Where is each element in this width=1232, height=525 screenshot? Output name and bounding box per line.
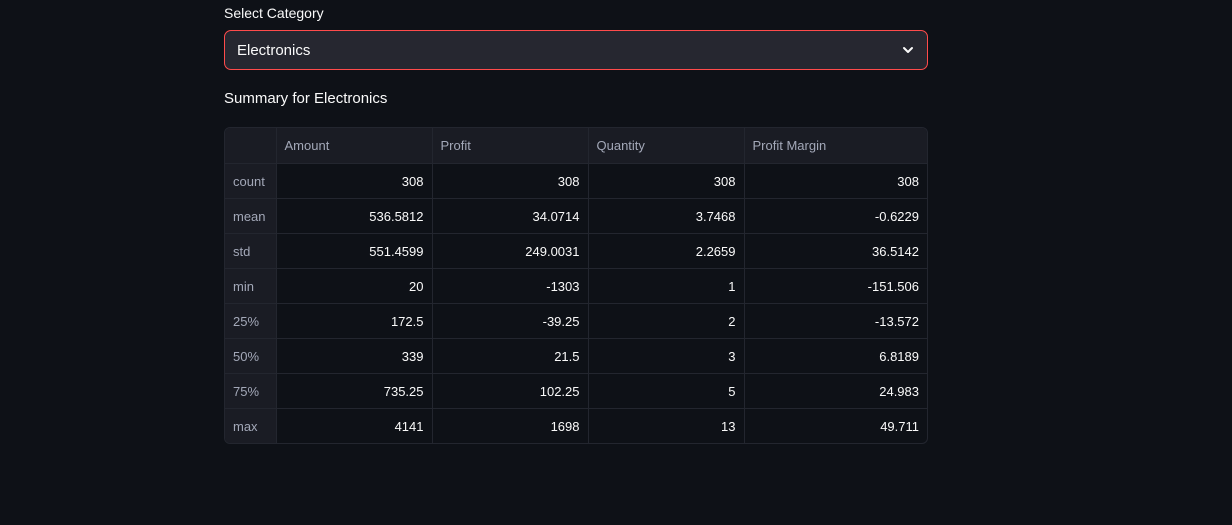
table-cell[interactable]: 249.0031	[432, 233, 589, 269]
table-cell[interactable]: 2	[588, 303, 745, 339]
table-cell[interactable]: 2.2659	[588, 233, 745, 269]
table-row: min 20 -1303 1 -151.506	[225, 268, 927, 304]
table-cell[interactable]: 102.25	[432, 373, 589, 409]
row-index: 50%	[225, 338, 277, 374]
table-cell[interactable]: 36.5142	[744, 233, 927, 269]
column-header-amount[interactable]: Amount	[276, 128, 433, 164]
table-cell[interactable]: 21.5	[432, 338, 589, 374]
table-cell[interactable]: 308	[432, 163, 589, 199]
table-row: std 551.4599 249.0031 2.2659 36.5142	[225, 233, 927, 269]
table-cell[interactable]: 20	[276, 268, 433, 304]
chevron-down-icon[interactable]	[901, 43, 915, 57]
table-row: max 4141 1698 13 49.711	[225, 408, 927, 444]
column-header-quantity[interactable]: Quantity	[588, 128, 745, 164]
table-cell[interactable]: 1698	[432, 408, 589, 443]
table-cell[interactable]: 3.7468	[588, 198, 745, 234]
table-cell[interactable]: -0.6229	[744, 198, 927, 234]
table-row: mean 536.5812 34.0714 3.7468 -0.6229	[225, 198, 927, 234]
table-cell[interactable]: 339	[276, 338, 433, 374]
table-cell[interactable]: 308	[276, 163, 433, 199]
row-index: max	[225, 408, 277, 443]
select-category-label: Select Category	[224, 5, 324, 21]
row-index: min	[225, 268, 277, 304]
row-index: 25%	[225, 303, 277, 339]
table-cell[interactable]: -13.572	[744, 303, 927, 339]
table-cell[interactable]: -1303	[432, 268, 589, 304]
table-cell[interactable]: 3	[588, 338, 745, 374]
table-row: 25% 172.5 -39.25 2 -13.572	[225, 303, 927, 339]
table-cell[interactable]: 13	[588, 408, 745, 443]
row-index: count	[225, 163, 277, 199]
table-cell[interactable]: -39.25	[432, 303, 589, 339]
table-cell[interactable]: 735.25	[276, 373, 433, 409]
row-index: mean	[225, 198, 277, 234]
category-select[interactable]: Electronics	[224, 30, 928, 70]
table-cell[interactable]: 308	[588, 163, 745, 199]
table-cell[interactable]: 4141	[276, 408, 433, 443]
table-header-row: Amount Profit Quantity Profit Margin	[225, 128, 927, 164]
table-cell[interactable]: -151.506	[744, 268, 927, 304]
table-cell[interactable]: 172.5	[276, 303, 433, 339]
table-cell[interactable]: 6.8189	[744, 338, 927, 374]
table-cell[interactable]: 308	[744, 163, 927, 199]
table-cell[interactable]: 551.4599	[276, 233, 433, 269]
table-row: 75% 735.25 102.25 5 24.983	[225, 373, 927, 409]
table-cell[interactable]: 536.5812	[276, 198, 433, 234]
summary-table[interactable]: Amount Profit Quantity Profit Margin cou…	[224, 127, 928, 444]
column-header-profit-margin[interactable]: Profit Margin	[744, 128, 927, 164]
table-cell[interactable]: 34.0714	[432, 198, 589, 234]
table-row: 50% 339 21.5 3 6.8189	[225, 338, 927, 374]
column-header-index	[225, 128, 277, 164]
column-header-profit[interactable]: Profit	[432, 128, 589, 164]
category-select-value: Electronics	[237, 42, 311, 59]
row-index: 75%	[225, 373, 277, 409]
table-cell[interactable]: 24.983	[744, 373, 927, 409]
table-row: count 308 308 308 308	[225, 163, 927, 199]
row-index: std	[225, 233, 277, 269]
summary-title: Summary for Electronics	[224, 90, 388, 107]
table-cell[interactable]: 1	[588, 268, 745, 304]
table-cell[interactable]: 5	[588, 373, 745, 409]
table-cell[interactable]: 49.711	[744, 409, 927, 444]
